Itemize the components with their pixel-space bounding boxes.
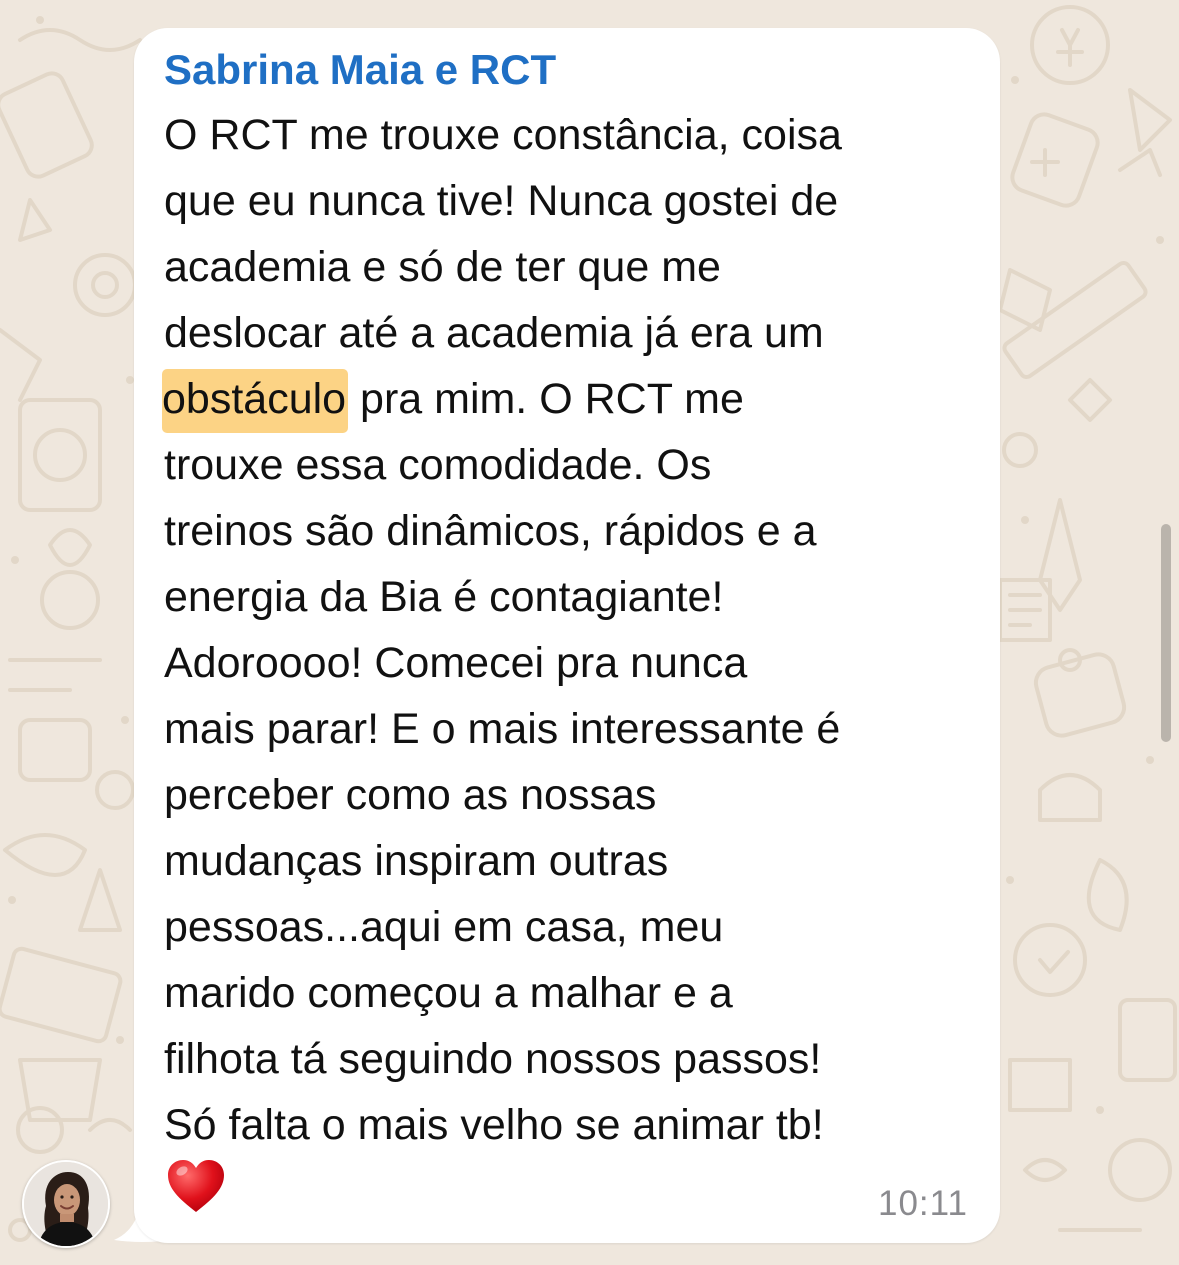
message-line: mudanças inspiram outras <box>164 837 669 885</box>
avatar-photo-icon <box>24 1162 108 1246</box>
message-line: Só falta o mais velho se animar tb! <box>164 1101 824 1149</box>
search-highlight: obstáculo <box>162 369 349 433</box>
message-text: O RCT me trouxe constância, coisa que eu… <box>162 102 984 1158</box>
scrollbar[interactable] <box>1161 524 1171 742</box>
heart-emoji-icon <box>168 1160 224 1212</box>
message-line: pessoas...aqui em casa, meu <box>164 903 724 951</box>
message-line: academia e só de ter que me <box>164 243 721 291</box>
message-line: deslocar até a academia já era um <box>164 309 824 357</box>
message-line: treinos são dinâmicos, rápidos e a <box>164 507 817 555</box>
message-line: trouxe essa comodidade. Os <box>164 441 712 489</box>
message-timestamp: 10:11 <box>878 1184 968 1223</box>
message-line: Adoroooo! Comecei pra nunca <box>164 639 748 687</box>
message-line: perceber como as nossas <box>164 771 657 819</box>
message-line: energia da Bia é contagiante! <box>164 573 724 621</box>
message-line: que eu nunca tive! Nunca gostei de <box>164 177 839 225</box>
message-line: obstáculo pra mim. O RCT me <box>162 366 984 433</box>
message-line: filhota tá seguindo nossos passos! <box>164 1035 822 1083</box>
message-line: mais parar! E o mais interessante é <box>164 705 841 753</box>
message-bubble[interactable]: Sabrina Maia e RCT O RCT me trouxe const… <box>134 28 1000 1243</box>
user-avatar[interactable] <box>22 1160 110 1248</box>
sender-name[interactable]: Sabrina Maia e RCT <box>164 45 556 95</box>
message-line: marido começou a malhar e a <box>164 969 733 1017</box>
message-line: O RCT me trouxe constância, coisa <box>164 111 842 159</box>
message-line-rest: pra mim. O RCT me <box>348 375 744 423</box>
